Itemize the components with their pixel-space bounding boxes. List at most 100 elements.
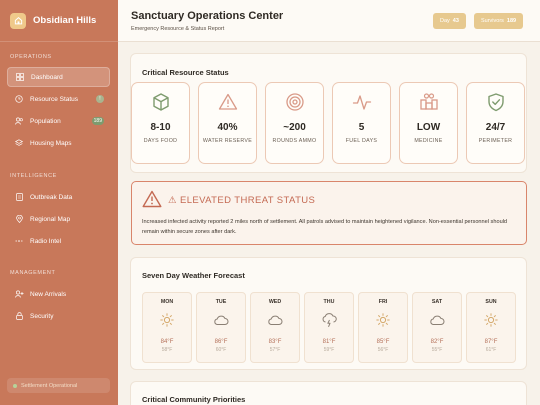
- resource-card-fuel[interactable]: 5 FUEL DAYS: [332, 82, 391, 164]
- alert-title: ⚠ ELEVATED THREAT STATUS: [168, 195, 316, 206]
- resource-card-perimeter[interactable]: 24/7 PERIMETER: [466, 82, 525, 164]
- document-icon: [14, 192, 24, 202]
- day-label: Day: [440, 18, 450, 24]
- sidebar: Obsidian Hills OPERATIONS Dashboard Reso…: [0, 0, 118, 405]
- page-title: Sanctuary Operations Center: [131, 10, 284, 22]
- resource-value: LOW: [416, 122, 441, 133]
- brand-name: Obsidian Hills: [33, 15, 97, 26]
- brand[interactable]: Obsidian Hills: [0, 0, 118, 42]
- alert-badge: !: [96, 95, 104, 103]
- low-temperature: 56°F: [377, 347, 389, 353]
- day-name: THU: [323, 299, 335, 305]
- sun-icon: [484, 313, 498, 327]
- sun-icon: [160, 313, 174, 327]
- day-name: MON: [160, 299, 174, 305]
- day-name: SUN: [485, 299, 497, 305]
- settlement-status-text: Settlement Operational: [21, 382, 78, 389]
- resource-card-ammo[interactable]: ~200 ROUNDS AMMO: [265, 82, 324, 164]
- sidebar-item-outbreak-data[interactable]: Outbreak Data: [7, 187, 110, 207]
- sidebar-item-dashboard[interactable]: Dashboard: [7, 67, 110, 87]
- resource-card-food[interactable]: 8-10 DAYS FOOD: [131, 82, 190, 164]
- survivors-badge: Survivors 189: [474, 13, 524, 29]
- sidebar-item-radio-intel[interactable]: Radio Intel: [7, 231, 110, 251]
- forecast-day-card[interactable]: WED 83°F 57°F: [250, 292, 300, 363]
- resource-value: ~200: [283, 122, 306, 133]
- cloud-icon: [429, 313, 445, 327]
- resource-label: PERIMETER: [478, 138, 513, 144]
- resource-label: MEDICINE: [414, 138, 443, 144]
- sidebar-item-label: Regional Map: [30, 215, 71, 223]
- resource-label: WATER RESERVE: [202, 138, 253, 144]
- sidebar-item-label: Housing Maps: [30, 139, 72, 147]
- high-temperature: 85°F: [376, 339, 390, 345]
- sidebar-item-resource-status[interactable]: Resource Status !: [7, 89, 110, 109]
- low-temperature: 58°F: [161, 347, 173, 353]
- high-temperature: 86°F: [214, 339, 228, 345]
- priorities-panel-title: Critical Community Priorities: [142, 395, 246, 404]
- status-dot: [13, 383, 17, 388]
- medical-kit-icon: [419, 92, 439, 112]
- sidebar-item-housing-maps[interactable]: Housing Maps: [7, 133, 110, 153]
- forecast-panel-title: Seven Day Weather Forecast: [142, 271, 245, 280]
- forecast-day-card[interactable]: SAT 82°F 55°F: [412, 292, 462, 363]
- threat-alert: ⚠ ELEVATED THREAT STATUS Increased infec…: [131, 181, 527, 245]
- forecast-day-card[interactable]: TUE 86°F 60°F: [196, 292, 246, 363]
- sidebar-item-label: Dashboard: [31, 73, 63, 81]
- section-label-management: MANAGEMENT: [10, 270, 56, 276]
- low-temperature: 59°F: [323, 347, 335, 353]
- sidebar-item-population[interactable]: Population 189: [7, 111, 110, 131]
- resource-card-medicine[interactable]: LOW MEDICINE: [399, 82, 458, 164]
- community-priorities-panel: Critical Community Priorities: [130, 381, 527, 405]
- cloud-icon: [213, 313, 229, 327]
- day-name: TUE: [215, 299, 227, 305]
- box-icon: [151, 92, 171, 112]
- resource-value: 8-10: [150, 122, 171, 133]
- shield-check-icon: [486, 92, 506, 112]
- sidebar-item-label: Security: [30, 312, 54, 320]
- users-icon: [14, 116, 24, 126]
- user-plus-icon: [14, 289, 24, 299]
- resource-value: 24/7: [485, 122, 506, 133]
- pulse-icon: [352, 92, 372, 112]
- resource-panel-title: Critical Resource Status: [142, 68, 229, 77]
- survivors-value: 189: [506, 18, 517, 24]
- storm-icon: [321, 312, 337, 327]
- cloud-icon: [267, 313, 283, 327]
- target-icon: [285, 92, 305, 112]
- settlement-status: Settlement Operational: [7, 378, 110, 393]
- clock-icon: [14, 94, 24, 104]
- day-name: SAT: [431, 299, 443, 305]
- low-temperature: 55°F: [431, 347, 443, 353]
- forecast-day-card[interactable]: FRI 85°F 56°F: [358, 292, 408, 363]
- sidebar-item-label: Population: [30, 117, 61, 125]
- low-temperature: 60°F: [215, 347, 227, 353]
- grid-icon: [15, 72, 25, 82]
- low-temperature: 57°F: [269, 347, 281, 353]
- day-name: FRI: [378, 299, 388, 305]
- resource-label: ROUNDS AMMO: [272, 138, 317, 144]
- section-label-intelligence: INTELLIGENCE: [10, 173, 57, 179]
- header: Sanctuary Operations Center Emergency Re…: [118, 0, 540, 42]
- radio-icon: [14, 236, 24, 246]
- survivors-label: Survivors: [481, 18, 504, 24]
- sidebar-item-security[interactable]: Security: [7, 306, 110, 326]
- resource-status-panel: Critical Resource Status 8-10 DAYS FOOD …: [130, 53, 527, 173]
- high-temperature: 87°F: [484, 339, 498, 345]
- sidebar-item-label: Resource Status: [30, 95, 79, 103]
- home-icon: [10, 12, 26, 29]
- sidebar-item-new-arrivals[interactable]: New Arrivals: [7, 284, 110, 304]
- low-temperature: 61°F: [485, 347, 497, 353]
- forecast-day-card[interactable]: SUN 87°F 61°F: [466, 292, 516, 363]
- forecast-day-card[interactable]: MON 84°F 58°F: [142, 292, 192, 363]
- layers-icon: [14, 138, 24, 148]
- section-label-operations: OPERATIONS: [10, 54, 52, 60]
- day-name: WED: [268, 299, 282, 305]
- resource-card-water[interactable]: 40% WATER RESERVE: [198, 82, 257, 164]
- sidebar-item-label: Outbreak Data: [30, 193, 73, 201]
- forecast-day-card[interactable]: THU 81°F 59°F: [304, 292, 354, 363]
- page-subtitle: Emergency Resource & Status Report: [131, 26, 225, 32]
- day-counter-badge: Day 43: [433, 13, 466, 29]
- sidebar-item-regional-map[interactable]: Regional Map: [7, 209, 110, 229]
- day-value: 43: [452, 18, 459, 24]
- warning-icon: [142, 190, 162, 213]
